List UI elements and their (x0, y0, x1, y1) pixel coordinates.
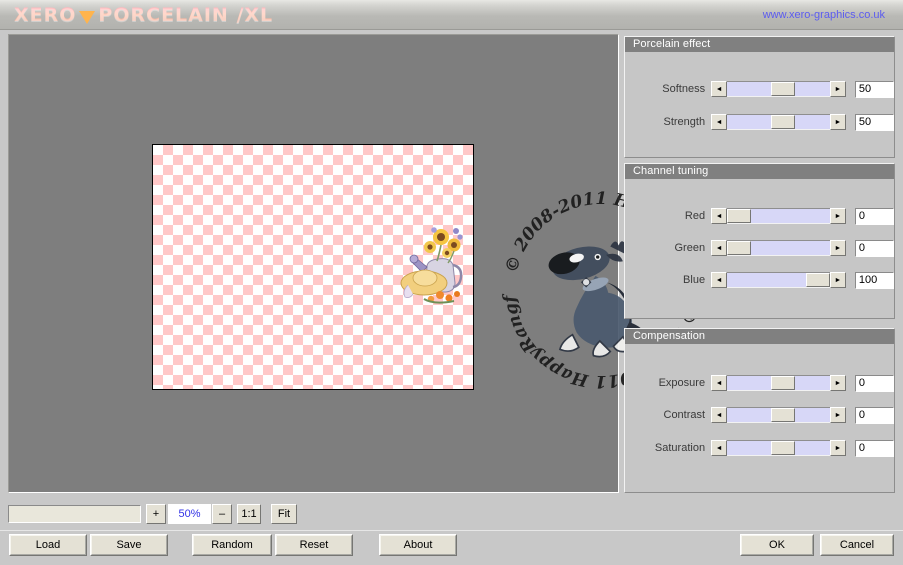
slider-red[interactable]: ◄ ► (711, 208, 846, 224)
fit-to-window-button[interactable]: Fit (271, 504, 297, 524)
slider-left-arrow-icon[interactable]: ◄ (711, 240, 728, 256)
slider-row-blue: Blue ◄ ► 100 (625, 271, 894, 289)
slider-thumb[interactable] (727, 209, 752, 223)
slider-right-arrow-icon[interactable]: ► (829, 407, 846, 423)
preview-canvas[interactable] (8, 34, 619, 493)
slider-left-arrow-icon[interactable]: ◄ (711, 375, 728, 391)
slider-right-arrow-icon[interactable]: ► (829, 208, 846, 224)
slider-value-blue[interactable]: 100 (854, 271, 894, 289)
slider-track[interactable] (727, 240, 830, 256)
dialog-button-bar: Load Save Random Reset About OK Cancel (0, 530, 903, 565)
panel-compensation: Compensation Exposure ◄ ► 0 Contrast ◄ ►… (624, 328, 895, 493)
panel-channel-tuning: Channel tuning Red ◄ ► 0 Green ◄ ► 0 Blu… (624, 163, 895, 319)
slider-label: Green (674, 242, 706, 254)
slider-thumb[interactable] (727, 241, 752, 255)
panel-title: Compensation (625, 329, 894, 344)
slider-left-arrow-icon[interactable]: ◄ (711, 81, 728, 97)
cancel-button[interactable]: Cancel (820, 534, 894, 556)
slider-label: Strength (663, 116, 706, 128)
actual-size-button[interactable]: 1:1 (237, 504, 261, 524)
slider-label: Red (684, 210, 706, 222)
slider-label: Softness (662, 83, 706, 95)
slider-value-saturation[interactable]: 0 (854, 439, 894, 457)
slider-row-red: Red ◄ ► 0 (625, 207, 894, 225)
slider-blue[interactable]: ◄ ► (711, 272, 846, 288)
logo-text-porcelain: PORCELAIN /XL (98, 4, 274, 26)
title-bar: XERO PORCELAIN /XL www.xero-graphics.co.… (0, 0, 903, 30)
slider-value-green[interactable]: 0 (854, 239, 894, 257)
artwork-image (400, 227, 463, 304)
slider-contrast[interactable]: ◄ ► (711, 407, 846, 423)
triangle-down-icon (79, 10, 96, 24)
slider-left-arrow-icon[interactable]: ◄ (711, 407, 728, 423)
slider-row-softness: Softness ◄ ► 50 (625, 80, 894, 98)
ok-button[interactable]: OK (740, 534, 814, 556)
slider-thumb[interactable] (771, 441, 796, 455)
slider-track[interactable] (727, 272, 830, 288)
slider-label: Blue (683, 274, 706, 286)
slider-value-strength[interactable]: 50 (854, 113, 894, 131)
app-logo: XERO PORCELAIN /XL (14, 4, 273, 26)
slider-thumb[interactable] (771, 408, 796, 422)
panel-title: Porcelain effect (625, 37, 894, 52)
slider-row-contrast: Contrast ◄ ► 0 (625, 406, 894, 424)
slider-exposure[interactable]: ◄ ► (711, 375, 846, 391)
slider-right-arrow-icon[interactable]: ► (829, 272, 846, 288)
slider-row-green: Green ◄ ► 0 (625, 239, 894, 257)
slider-value-softness[interactable]: 50 (854, 80, 894, 98)
slider-right-arrow-icon[interactable]: ► (829, 440, 846, 456)
slider-right-arrow-icon[interactable]: ► (829, 81, 846, 97)
slider-label: Contrast (663, 409, 706, 421)
about-button[interactable]: About (379, 534, 457, 556)
slider-left-arrow-icon[interactable]: ◄ (711, 114, 728, 130)
panel-porcelain-effect: Porcelain effect Softness ◄ ► 50 Strengt… (624, 36, 895, 158)
reset-button[interactable]: Reset (275, 534, 353, 556)
image-preview-plate[interactable] (152, 144, 474, 390)
save-button[interactable]: Save (90, 534, 168, 556)
slider-track[interactable] (727, 208, 830, 224)
slider-saturation[interactable]: ◄ ► (711, 440, 846, 456)
zoom-in-button[interactable]: + (146, 504, 166, 524)
slider-track[interactable] (727, 114, 830, 130)
canvas-background (9, 35, 618, 492)
slider-right-arrow-icon[interactable]: ► (829, 114, 846, 130)
slider-green[interactable]: ◄ ► (711, 240, 846, 256)
slider-softness[interactable]: ◄ ► (711, 81, 846, 97)
zoom-level-value[interactable]: 50% (168, 504, 211, 524)
slider-row-exposure: Exposure ◄ ► 0 (625, 374, 894, 392)
slider-right-arrow-icon[interactable]: ► (829, 375, 846, 391)
slider-track[interactable] (727, 440, 830, 456)
logo-text-xero: XERO (14, 4, 77, 26)
zoom-out-button[interactable]: – (212, 504, 232, 524)
slider-row-strength: Strength ◄ ► 50 (625, 113, 894, 131)
slider-thumb[interactable] (771, 115, 796, 129)
slider-value-exposure[interactable]: 0 (854, 374, 894, 392)
slider-left-arrow-icon[interactable]: ◄ (711, 272, 728, 288)
slider-label: Saturation (654, 442, 706, 454)
slider-track[interactable] (727, 407, 830, 423)
slider-value-red[interactable]: 0 (854, 207, 894, 225)
slider-right-arrow-icon[interactable]: ► (829, 240, 846, 256)
slider-strength[interactable]: ◄ ► (711, 114, 846, 130)
panel-title: Channel tuning (625, 164, 894, 179)
slider-thumb[interactable] (805, 273, 830, 287)
progress-bar (8, 505, 141, 523)
load-button[interactable]: Load (9, 534, 87, 556)
slider-left-arrow-icon[interactable]: ◄ (711, 208, 728, 224)
slider-row-saturation: Saturation ◄ ► 0 (625, 439, 894, 457)
slider-label: Exposure (658, 377, 706, 389)
slider-left-arrow-icon[interactable]: ◄ (711, 440, 728, 456)
random-button[interactable]: Random (192, 534, 272, 556)
website-url[interactable]: www.xero-graphics.co.uk (763, 9, 885, 21)
slider-thumb[interactable] (771, 82, 796, 96)
slider-value-contrast[interactable]: 0 (854, 406, 894, 424)
slider-thumb[interactable] (771, 376, 796, 390)
slider-track[interactable] (727, 81, 830, 97)
zoom-toolbar: + 50% – 1:1 Fit (0, 500, 903, 528)
slider-track[interactable] (727, 375, 830, 391)
